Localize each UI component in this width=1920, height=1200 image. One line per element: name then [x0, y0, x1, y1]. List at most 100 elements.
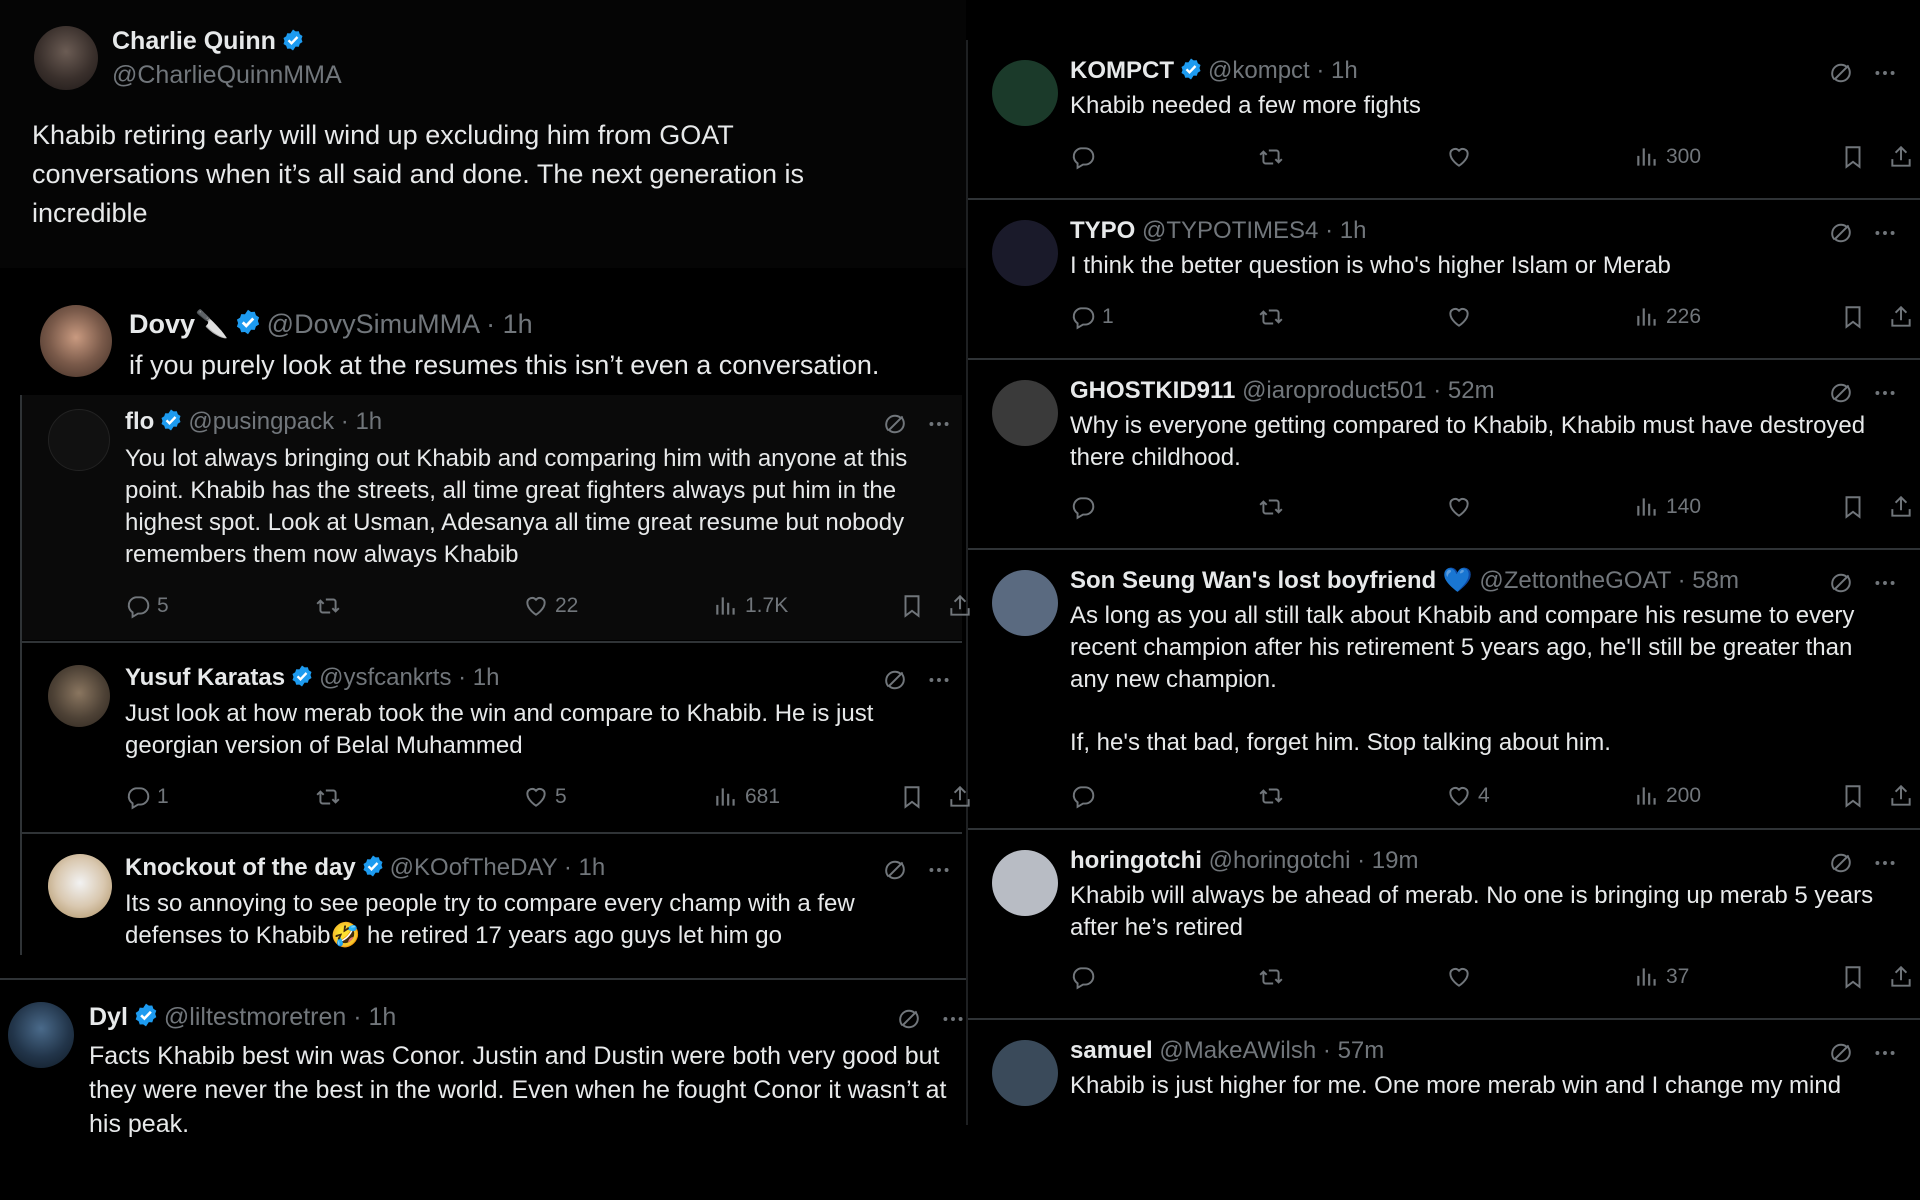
share-button[interactable] — [1888, 490, 1920, 524]
like-button[interactable] — [1446, 300, 1478, 334]
bookmark-button[interactable] — [1840, 779, 1872, 813]
bookmark-button[interactable] — [899, 589, 931, 623]
reply-button[interactable]: 5 — [125, 589, 169, 623]
reply-handle[interactable]: @TYPOTIMES4 — [1142, 217, 1318, 244]
reply-card[interactable]: horingotchi @horingotchi · 19m Khabib wil… — [968, 840, 1920, 1016]
reply-name[interactable]: GHOSTKID911 — [1070, 377, 1235, 404]
more-icon[interactable] — [1872, 850, 1898, 876]
retweet-button[interactable] — [1258, 140, 1290, 174]
avatar[interactable] — [8, 1002, 74, 1068]
reply-button[interactable] — [1070, 490, 1102, 524]
more-icon[interactable] — [926, 857, 952, 883]
more-icon[interactable] — [940, 1006, 966, 1032]
reply-card[interactable]: KOMPCT @kompct · 1h Khabib needed a few mo… — [968, 50, 1920, 196]
reply-name[interactable]: Son Seung Wan's lost boyfriend 💙 — [1070, 567, 1473, 594]
main-post-handle[interactable]: @CharlieQuinnMMA — [112, 61, 342, 89]
more-icon[interactable] — [1872, 570, 1898, 596]
avatar[interactable] — [992, 380, 1058, 446]
avatar[interactable] — [992, 220, 1058, 286]
bookmark-button[interactable] — [899, 780, 931, 814]
reply-button[interactable] — [1070, 960, 1102, 994]
grok-icon[interactable] — [1828, 380, 1854, 406]
reply-card-yusuf[interactable]: Yusuf Karatas @ysfcankrts · 1h Just look … — [22, 643, 962, 831]
reply-button[interactable]: 1 — [125, 780, 169, 814]
avatar[interactable] — [48, 409, 110, 471]
reply-name[interactable]: TYPO — [1070, 217, 1135, 244]
reply-card-flo[interactable]: flo @pusingpack · 1h You lot always bring… — [22, 395, 962, 640]
reply-time[interactable]: 1h — [579, 854, 606, 881]
avatar[interactable] — [48, 854, 112, 918]
bookmark-button[interactable] — [1840, 960, 1872, 994]
avatar[interactable] — [40, 305, 112, 377]
more-icon[interactable] — [1872, 380, 1898, 406]
reply-button[interactable] — [1070, 779, 1102, 813]
views-button[interactable]: 200 — [1634, 779, 1701, 813]
reply-button[interactable] — [1070, 140, 1102, 174]
views-button[interactable]: 681 — [713, 780, 780, 814]
reply-name[interactable]: Yusuf Karatas — [125, 664, 285, 691]
share-button[interactable] — [1888, 300, 1920, 334]
more-icon[interactable] — [1872, 1040, 1898, 1066]
reply-handle[interactable]: @ysfcankrts — [319, 664, 451, 691]
avatar[interactable] — [992, 570, 1058, 636]
reply-time[interactable]: 57m — [1338, 1037, 1385, 1064]
reply-handle[interactable]: @pusingpack — [188, 408, 334, 435]
reply-time[interactable]: 1h — [1331, 57, 1358, 84]
share-button[interactable] — [1888, 960, 1920, 994]
reply-card[interactable]: GHOSTKID911 @iaroproduct501 · 52m Why is … — [968, 370, 1920, 546]
reply-name[interactable]: horingotchi — [1070, 847, 1202, 874]
reply-time[interactable]: 1h — [473, 664, 500, 691]
dovy-name[interactable]: Dovy🔪 — [129, 309, 229, 339]
avatar[interactable] — [992, 60, 1058, 126]
like-button[interactable] — [1446, 490, 1478, 524]
bookmark-button[interactable] — [1840, 490, 1872, 524]
retweet-button[interactable] — [1258, 779, 1290, 813]
more-icon[interactable] — [1872, 220, 1898, 246]
like-button[interactable] — [1446, 140, 1478, 174]
views-button[interactable]: 1.7K — [713, 589, 788, 623]
reply-handle[interactable]: @kompct — [1208, 57, 1310, 84]
reply-time[interactable]: 58m — [1692, 567, 1739, 594]
reply-card-knockout[interactable]: Knockout of the day @KOofTheDAY · 1h Its … — [22, 834, 962, 954]
reply-card[interactable]: samuel @MakeAWilsh · 57m Khabib is just h… — [968, 1030, 1920, 1140]
retweet-button[interactable] — [1258, 300, 1290, 334]
grok-icon[interactable] — [1828, 220, 1854, 246]
dyl-name[interactable]: Dyl — [89, 1003, 128, 1031]
grok-icon[interactable] — [1828, 850, 1854, 876]
like-button[interactable]: 4 — [1446, 779, 1490, 813]
more-icon[interactable] — [926, 411, 952, 437]
reply-time[interactable]: 52m — [1448, 377, 1495, 404]
reply-handle[interactable]: @ZettontheGOAT — [1479, 567, 1671, 594]
reply-handle[interactable]: @KOofTheDAY — [390, 854, 558, 881]
reply-name[interactable]: flo — [125, 408, 154, 435]
retweet-button[interactable] — [315, 780, 347, 814]
dovy-handle[interactable]: @DovySimuMMA — [267, 309, 479, 339]
reply-time[interactable]: 1h — [355, 408, 382, 435]
like-button[interactable]: 22 — [523, 589, 578, 623]
grok-icon[interactable] — [882, 411, 908, 437]
bookmark-button[interactable] — [1840, 140, 1872, 174]
avatar[interactable] — [48, 665, 110, 727]
retweet-button[interactable] — [1258, 960, 1290, 994]
reply-name[interactable]: KOMPCT — [1070, 57, 1174, 84]
views-button[interactable]: 300 — [1634, 140, 1701, 174]
share-button[interactable] — [1888, 779, 1920, 813]
share-button[interactable] — [1888, 140, 1920, 174]
like-button[interactable]: 5 — [523, 780, 567, 814]
reply-card[interactable]: TYPO @TYPOTIMES4 · 1h I think the better … — [968, 210, 1920, 356]
grok-icon[interactable] — [1828, 1040, 1854, 1066]
reply-handle[interactable]: @horingotchi — [1209, 847, 1351, 874]
reply-time[interactable]: 1h — [1340, 217, 1367, 244]
avatar[interactable] — [992, 850, 1058, 916]
reply-name[interactable]: samuel — [1070, 1037, 1153, 1064]
reply-card[interactable]: Son Seung Wan's lost boyfriend 💙 @Zetton… — [968, 560, 1920, 826]
views-button[interactable]: 226 — [1634, 300, 1701, 334]
dyl-time[interactable]: 1h — [369, 1003, 397, 1031]
grok-icon[interactable] — [896, 1006, 922, 1032]
retweet-button[interactable] — [315, 589, 347, 623]
dovy-time[interactable]: 1h — [503, 309, 533, 339]
retweet-button[interactable] — [1258, 490, 1290, 524]
main-post-name[interactable]: Charlie Quinn — [112, 27, 276, 55]
bookmark-button[interactable] — [1840, 300, 1872, 334]
grok-icon[interactable] — [882, 667, 908, 693]
